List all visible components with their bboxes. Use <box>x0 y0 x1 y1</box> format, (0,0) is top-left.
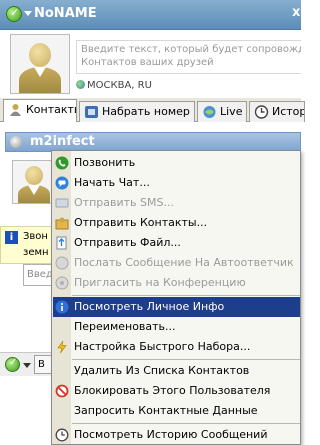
online-status-icon[interactable] <box>6 6 22 22</box>
location-field[interactable]: МОСКВА, RU <box>76 80 152 91</box>
contact-row[interactable]: m2infect <box>5 132 301 152</box>
menu-item-send-contacts[interactable]: Отправить Контакты... <box>53 213 300 233</box>
person-silhouette-icon <box>11 35 69 93</box>
contact-avatar[interactable] <box>12 160 56 204</box>
block-icon <box>55 384 69 398</box>
tab-contacts[interactable]: Контакты <box>3 99 77 123</box>
user-name[interactable]: NoNAME <box>34 6 97 21</box>
menu-item-send-file[interactable]: Отправить Файл... <box>53 233 300 253</box>
menu-item-remove-contact[interactable]: Удалить Из Списка Контактов <box>53 361 300 381</box>
globe-icon <box>76 80 85 89</box>
menu-item-label: Удалить Из Списка Контактов <box>74 364 250 377</box>
user-avatar[interactable] <box>10 34 70 94</box>
menu-item-label: Начать Чат... <box>74 176 150 189</box>
sms-icon <box>55 198 69 208</box>
live-icon <box>203 106 216 118</box>
menu-item-label: Настройка Быстрого Набора... <box>74 340 251 353</box>
menu-item-label: Позвонить <box>74 156 136 169</box>
contact-status-icon <box>10 136 22 148</box>
notice-text-line1: Звон <box>23 231 48 242</box>
tab-history[interactable]: Истор <box>249 101 305 122</box>
conference-icon <box>55 276 69 290</box>
online-status-icon[interactable] <box>5 357 20 372</box>
tab-dial-label: Набрать номер <box>102 105 190 118</box>
menu-item-conference[interactable]: Пригласить на Конференцию <box>53 273 300 293</box>
bottom-toolbar: В <box>0 352 56 376</box>
status-dropdown-arrow-icon[interactable] <box>24 11 32 16</box>
tab-live[interactable]: Live <box>197 101 247 122</box>
profile-panel: Введите текст, который будет сопровождат… <box>0 30 301 98</box>
menu-item-label: Отправить Контакты... <box>74 216 208 229</box>
menu-item-label: Пригласить на Конференцию <box>74 276 246 289</box>
menu-item-label: Посмотреть Личное Инфо <box>74 300 225 313</box>
speed-dial-icon <box>57 340 67 354</box>
send-file-icon <box>56 236 67 250</box>
menu-item-rename[interactable]: Переименовать... <box>53 317 300 337</box>
contact-name: m2infect <box>30 134 95 149</box>
tab-live-label: Live <box>220 105 243 118</box>
menu-separator <box>72 359 300 360</box>
chevron-down-icon[interactable] <box>23 363 31 368</box>
send-contacts-icon <box>55 217 69 230</box>
menu-item-send-sms[interactable]: Отправить SMS... <box>53 193 300 213</box>
notice-banner: i Звон земн <box>0 226 56 264</box>
close-icon[interactable]: x <box>292 5 300 20</box>
location-text: МОСКВА, RU <box>87 80 152 91</box>
notice-text-line2: земн <box>23 247 49 258</box>
menu-item-block-user[interactable]: Блокировать Этого Пользователя <box>53 381 300 401</box>
tab-contacts-label: Контакты <box>26 103 77 116</box>
menu-item-label: Послать Сообщение На Автоответчик <box>74 256 294 269</box>
info-icon: i <box>5 231 18 244</box>
menu-item-voicemail[interactable]: Послать Сообщение На Автоответчик <box>53 253 300 273</box>
menu-item-request-contact-details[interactable]: Запросить Контактные Данные <box>53 401 300 421</box>
contacts-icon <box>10 104 21 116</box>
menu-item-call[interactable]: Позвонить <box>53 153 300 173</box>
menu-item-chat[interactable]: Начать Чат... <box>53 173 300 193</box>
history-icon <box>55 428 69 442</box>
menu-item-label: Отправить SMS... <box>74 196 174 209</box>
tab-history-label: Истор <box>272 105 305 118</box>
mood-placeholder-line1: Введите текст, который будет сопровождат… <box>81 44 301 55</box>
contact-context-menu: Позвонить Начать Чат... Отправить SMS...… <box>51 150 301 445</box>
phone-icon <box>55 156 69 170</box>
chat-icon <box>55 176 69 190</box>
mood-message-input[interactable]: Введите текст, который будет сопровождат… <box>76 40 301 74</box>
person-silhouette-icon <box>13 161 55 203</box>
tab-bar: Контакты Набрать номер Live Истор <box>0 98 305 123</box>
menu-separator <box>72 295 300 296</box>
info-icon <box>55 300 69 314</box>
menu-item-view-info[interactable]: Посмотреть Личное Инфо <box>53 297 300 317</box>
menu-item-speed-dial[interactable]: Настройка Быстрого Набора... <box>53 337 300 357</box>
menu-item-label: Отправить Файл... <box>74 236 181 249</box>
menu-item-message-history[interactable]: Посмотреть Историю Сообщений <box>53 425 300 444</box>
dialpad-icon <box>85 106 98 118</box>
tab-dial[interactable]: Набрать номер <box>79 101 195 122</box>
mood-placeholder-line2: Контактов ваших друзей <box>81 57 214 68</box>
voicemail-icon <box>55 256 69 270</box>
menu-separator <box>72 423 300 424</box>
title-bar: NoNAME x <box>0 0 301 30</box>
history-icon <box>254 105 269 119</box>
menu-item-label: Посмотреть Историю Сообщений <box>74 428 268 441</box>
menu-item-label: Блокировать Этого Пользователя <box>74 384 271 397</box>
menu-item-label: Переименовать... <box>74 320 176 333</box>
menu-item-label: Запросить Контактные Данные <box>74 404 258 417</box>
